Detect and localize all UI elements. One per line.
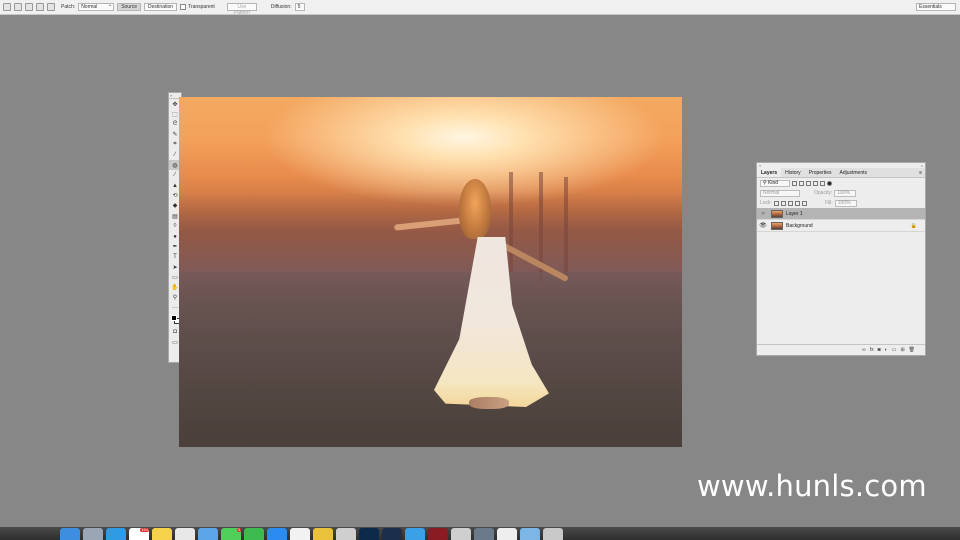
app-store-icon[interactable] (267, 527, 287, 540)
mail-icon[interactable] (198, 527, 218, 540)
folder-icon[interactable] (520, 527, 540, 540)
filter-row: ⚲ Kind (757, 178, 925, 188)
lock-row: Lock: Fill: 100% (757, 198, 925, 208)
filter-kind-select[interactable]: ⚲ Kind (760, 179, 790, 187)
filter-adjustment-icon[interactable] (799, 180, 804, 186)
transparent-checkbox[interactable] (180, 4, 187, 10)
music-icon[interactable] (451, 527, 471, 540)
lightroom-icon[interactable] (382, 527, 402, 540)
document-icon[interactable] (497, 527, 517, 540)
opacity-label: Opacity: (814, 190, 833, 196)
eye-icon[interactable]: 👁 (757, 222, 769, 229)
layer-name[interactable]: Background (786, 223, 813, 229)
watermark-text: www.hunls.com (697, 469, 927, 503)
photo-background-trees (179, 192, 682, 272)
acrobat-icon[interactable] (428, 527, 448, 540)
messages-icon[interactable]: 3 (221, 526, 241, 540)
filter-pixel-icon[interactable] (792, 180, 797, 186)
transparent-label: Transparent (188, 4, 215, 10)
foreground-color-swatch[interactable] (171, 314, 177, 321)
layer-thumbnail (771, 221, 783, 230)
calendar-icon[interactable]: 164 (129, 526, 149, 540)
launchpad-icon[interactable] (83, 527, 103, 540)
document-canvas[interactable] (179, 97, 682, 447)
finder-icon[interactable] (60, 527, 80, 540)
chrome-icon[interactable] (313, 527, 333, 540)
lock-image-icon[interactable] (780, 200, 786, 206)
options-bar: Patch: Normal Source Destination Transpa… (0, 0, 960, 16)
use-pattern-button[interactable]: Use Pattern (226, 3, 257, 16)
itunes-icon[interactable] (290, 527, 310, 540)
panel-tabs: Layers History Properties Adjustments ≡ (757, 168, 925, 178)
tab-adjustments[interactable]: Adjustments (835, 168, 871, 177)
tab-layers[interactable]: Layers (757, 168, 782, 177)
safari-icon[interactable] (106, 527, 126, 540)
photo-ground (179, 272, 682, 447)
layers-panel-footer: ∞ fx ◙ ◐ ▭ ⊞ 🗑 (757, 344, 925, 355)
patch-select[interactable]: Normal (78, 2, 115, 11)
lock-position-icon[interactable] (787, 200, 793, 206)
layer-row-layer-1[interactable]: ○ Layer 1 (757, 208, 925, 220)
facetime-icon[interactable] (244, 527, 264, 540)
fill-label: Fill: (824, 200, 833, 206)
layer-name[interactable]: Layer 1 (786, 211, 803, 217)
browser-icon[interactable] (405, 527, 425, 540)
panel-menu-icon[interactable]: ≡ (916, 168, 925, 177)
notes-icon[interactable] (152, 527, 172, 540)
photos-icon[interactable] (175, 527, 195, 540)
trash-icon[interactable]: 🗑 (909, 347, 915, 353)
fx-icon[interactable]: fx (870, 347, 874, 353)
tab-properties[interactable]: Properties (805, 168, 836, 177)
layers-panel: «× Layers History Properties Adjustments… (756, 162, 926, 356)
notification-badge: 164 (140, 526, 149, 532)
notification-badge: 3 (236, 526, 241, 532)
adjustment-icon[interactable]: ◐ (885, 347, 888, 353)
tool-preset-icon[interactable] (3, 3, 11, 11)
group-icon[interactable]: ▭ (892, 347, 897, 353)
workspace-select[interactable]: Essentials (916, 3, 956, 11)
diffusion-label: Diffusion: (270, 4, 292, 10)
photo-post (509, 172, 513, 272)
filter-smart-object-icon[interactable] (820, 180, 825, 186)
lock-transparent-icon[interactable] (773, 200, 779, 206)
photo-post (564, 177, 568, 277)
filter-kind-label: Kind (768, 179, 779, 186)
photo-girl-head (459, 179, 491, 239)
quicktime-icon[interactable] (336, 527, 356, 540)
lock-artboard-icon[interactable] (794, 200, 800, 206)
layer-thumbnail (771, 209, 783, 218)
new-selection-icon[interactable] (14, 3, 22, 11)
lock-icon: 🔒 (910, 222, 917, 229)
blend-row: Normal Opacity: 100% (757, 188, 925, 198)
photoshop-icon[interactable] (359, 527, 379, 540)
destination-button[interactable]: Destination (144, 3, 178, 11)
patch-label: Patch: (61, 4, 76, 10)
source-button[interactable]: Source (117, 3, 142, 11)
lock-label: Lock: (760, 200, 772, 206)
photo-sunset-girl (179, 97, 682, 447)
filter-shape-icon[interactable] (813, 180, 818, 186)
trash-dock-icon[interactable] (543, 527, 563, 540)
filter-type-icon[interactable] (806, 180, 811, 186)
visibility-toggle-icon[interactable]: ○ (757, 211, 769, 217)
lock-all-icon[interactable] (801, 200, 807, 206)
mask-icon[interactable]: ◙ (878, 347, 881, 353)
add-selection-icon[interactable] (25, 3, 33, 11)
opacity-input[interactable]: 100% (834, 189, 857, 197)
preview-icon[interactable] (474, 527, 494, 540)
tab-history[interactable]: History (781, 168, 805, 177)
filter-toggle-icon[interactable] (827, 180, 832, 186)
diffusion-input[interactable]: 5 (294, 3, 305, 11)
link-icon[interactable]: ∞ (862, 347, 866, 353)
fill-input[interactable]: 100% (834, 199, 857, 207)
dock: 164 3 (0, 527, 960, 540)
photo-girl-feet (469, 397, 509, 409)
layer-row-background[interactable]: 👁 Background 🔒 (757, 220, 925, 232)
blend-mode-select[interactable]: Normal (760, 189, 800, 197)
intersect-selection-icon[interactable] (47, 3, 55, 11)
search-icon: ⚲ (763, 179, 767, 186)
subtract-selection-icon[interactable] (36, 3, 44, 11)
new-layer-icon[interactable]: ⊞ (900, 347, 904, 353)
